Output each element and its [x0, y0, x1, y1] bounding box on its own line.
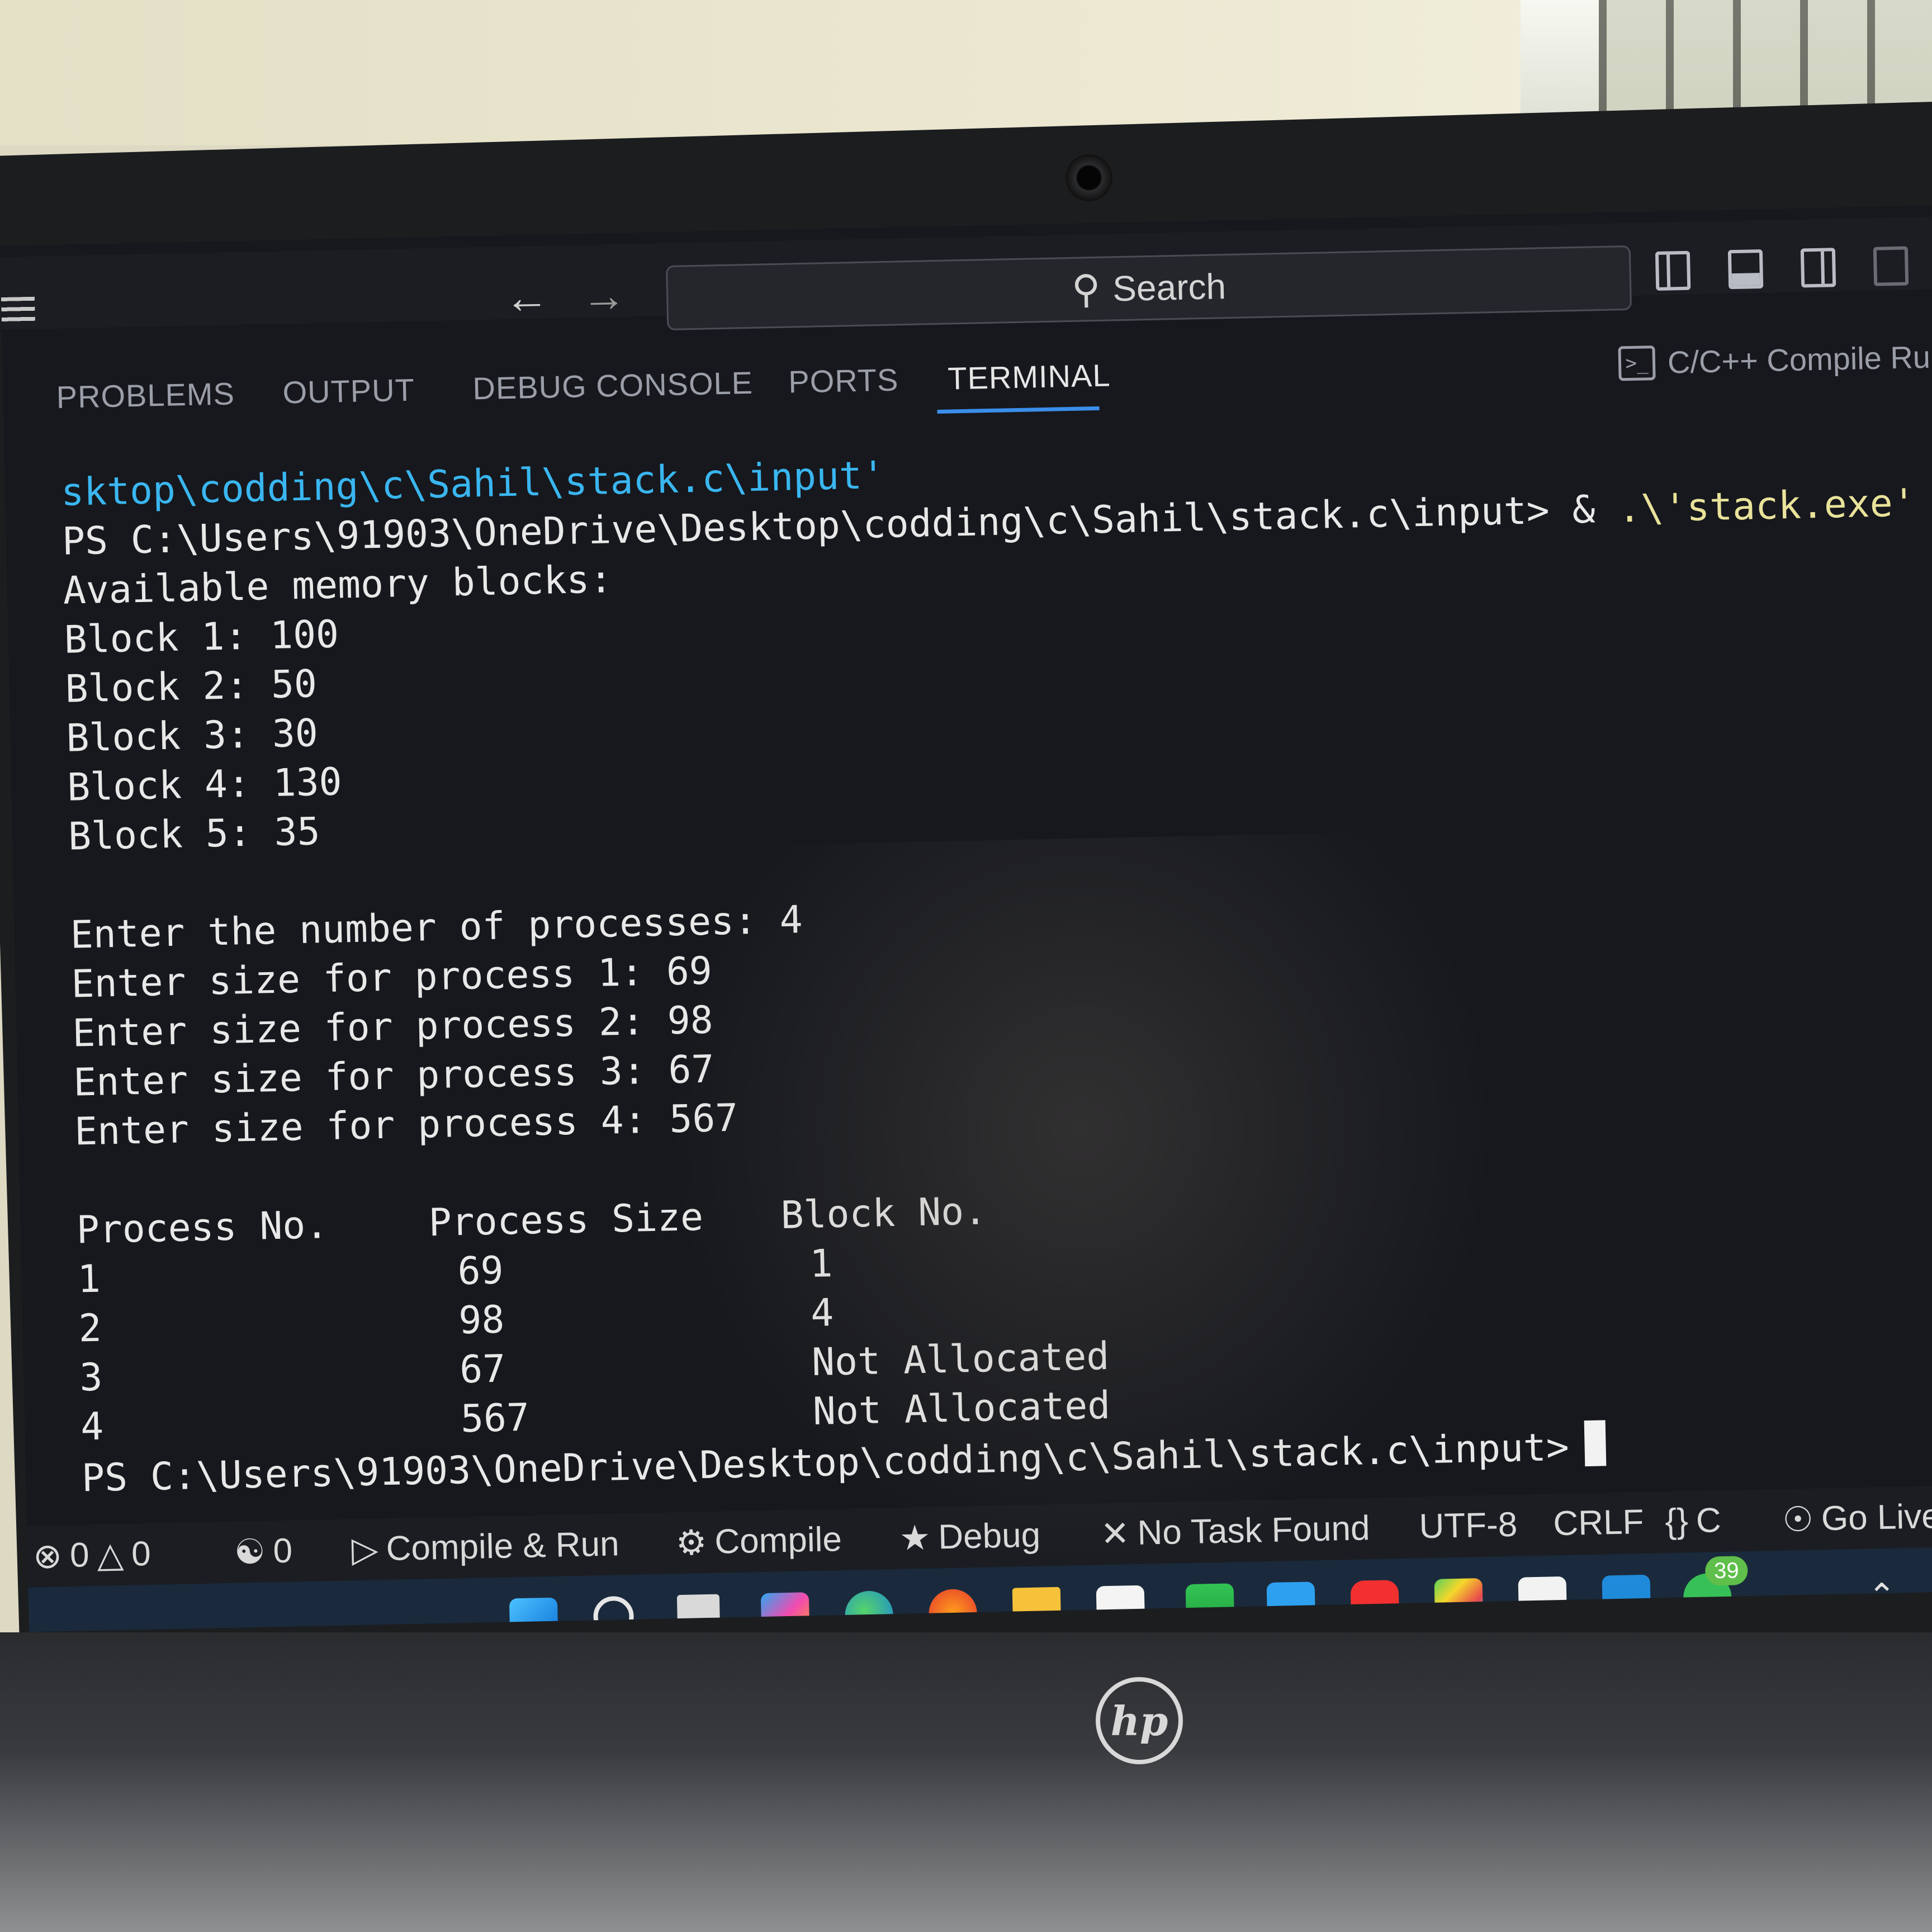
- eol-status[interactable]: CRLF: [1553, 1502, 1644, 1543]
- ports-count: 0: [272, 1531, 293, 1571]
- problems-status[interactable]: ⊗ 0 △ 0: [32, 1533, 151, 1576]
- compile-run-button[interactable]: ▷ Compile & Run: [351, 1523, 619, 1570]
- terminal-line: Block 5: 35: [68, 809, 321, 859]
- table-cell: Not Allocated: [812, 1383, 1111, 1434]
- tab-ports[interactable]: PORTS: [788, 361, 899, 400]
- compile-label: Compile: [714, 1519, 842, 1561]
- tab-debug-console[interactable]: DEBUG CONSOLE: [472, 364, 754, 406]
- go-live-button[interactable]: ☉ Go Live: [1782, 1496, 1932, 1540]
- bug-icon: ★: [899, 1518, 931, 1558]
- active-tab-indicator: [937, 406, 1100, 414]
- command-operator: &: [1549, 487, 1619, 533]
- compile-run-label: Compile & Run: [385, 1524, 620, 1569]
- hamburger-menu-icon[interactable]: [1, 296, 35, 323]
- laptop-lower-body: [0, 1632, 1932, 1932]
- toggle-secondary-sidebar-icon[interactable]: [1800, 248, 1836, 288]
- language-label: C: [1696, 1501, 1722, 1540]
- tab-output[interactable]: OUTPUT: [282, 372, 415, 411]
- table-cell: 98: [458, 1298, 505, 1343]
- ports-status[interactable]: ☯ 0: [234, 1531, 293, 1573]
- terminal-instance-label: C/C++ Compile Ru: [1667, 339, 1931, 380]
- table-cell: 67: [459, 1347, 506, 1393]
- table-cell: 4: [80, 1404, 105, 1450]
- command-executable: .\'stack.exe': [1617, 481, 1916, 532]
- terminal-icon: >_: [1618, 345, 1656, 381]
- toggle-primary-sidebar-icon[interactable]: [1655, 250, 1691, 291]
- panel-tab-bar: PROBLEMS OUTPUT DEBUG CONSOLE PORTS TERM…: [2, 318, 1932, 425]
- task-label: No Task Found: [1137, 1509, 1371, 1552]
- broadcast-icon: ☯: [234, 1532, 266, 1572]
- table-cell: 3: [79, 1355, 103, 1400]
- terminal-line: Block 4: 130: [67, 760, 343, 810]
- terminal-line: Block 1: 100: [63, 612, 339, 662]
- terminal-cursor: [1584, 1420, 1607, 1467]
- warning-count: 0: [131, 1534, 151, 1574]
- braces-icon: {}: [1664, 1502, 1689, 1541]
- table-cell: 567: [460, 1395, 530, 1442]
- close-icon: ✕: [1100, 1514, 1130, 1554]
- task-status[interactable]: ✕ No Task Found: [1100, 1508, 1370, 1554]
- gear-icon: ⚙: [675, 1523, 708, 1563]
- table-cell: 2: [78, 1306, 102, 1351]
- search-label: Search: [1112, 266, 1227, 309]
- error-icon: ⊗: [32, 1537, 63, 1576]
- toggle-panel-icon[interactable]: [1727, 249, 1764, 290]
- table-cell: Not Allocated: [811, 1334, 1110, 1385]
- terminal-line: Block 3: 30: [65, 711, 319, 761]
- terminal-line: Block 2: 50: [64, 662, 318, 712]
- table-cell: 1: [809, 1242, 834, 1287]
- table-cell: 4: [810, 1291, 835, 1336]
- forward-arrow-icon[interactable]: →: [581, 271, 627, 321]
- table-header-block-no: Block No.: [780, 1189, 987, 1238]
- debug-label: Debug: [937, 1516, 1041, 1557]
- warning-icon: △: [96, 1535, 124, 1575]
- play-icon: ▷: [351, 1530, 379, 1570]
- table-header-process-size: Process Size: [428, 1195, 704, 1246]
- table-header-process-no: Process No.: [76, 1203, 329, 1253]
- terminal-instance-selector[interactable]: >_ C/C++ Compile Ru: [1618, 339, 1931, 382]
- tab-terminal[interactable]: TERMINAL: [948, 357, 1111, 396]
- table-cell: 69: [457, 1248, 504, 1294]
- error-count: 0: [69, 1536, 90, 1575]
- search-icon: ⚲: [1071, 267, 1101, 311]
- customize-layout-icon[interactable]: [1873, 246, 1909, 286]
- compile-button[interactable]: ⚙ Compile: [675, 1519, 842, 1563]
- back-arrow-icon[interactable]: ←: [504, 272, 550, 323]
- notification-badge: 39: [1704, 1556, 1748, 1586]
- command-center-search[interactable]: ⚲ Search: [665, 245, 1632, 331]
- hp-logo: hp: [1096, 1677, 1183, 1764]
- broadcast-live-icon: ☉: [1782, 1500, 1814, 1540]
- go-live-label: Go Live: [1821, 1497, 1932, 1538]
- tab-problems[interactable]: PROBLEMS: [56, 375, 235, 415]
- webcam: [1066, 154, 1112, 201]
- prompt-text: PS C:\Users\91903\OneDrive\Desktop\coddi…: [81, 1425, 1570, 1501]
- debug-button[interactable]: ★ Debug: [899, 1515, 1041, 1559]
- language-mode[interactable]: {} C: [1665, 1500, 1722, 1541]
- laptop-screen: ← → ⚲ Search PROBLEMS OUTPUT DEBUG CONSO…: [0, 205, 1932, 1632]
- encoding-status[interactable]: UTF-8: [1419, 1505, 1518, 1547]
- table-cell: 1: [77, 1257, 101, 1302]
- terminal-output[interactable]: sktop\codding\c\Sahil\stack.c\input' PS …: [60, 430, 1926, 1514]
